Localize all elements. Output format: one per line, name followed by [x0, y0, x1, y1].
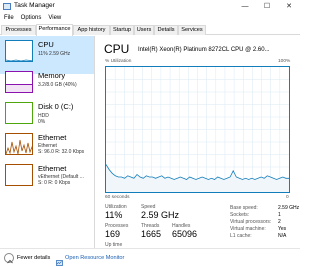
tab-startup[interactable]: Startup	[110, 25, 134, 35]
processes-value: 169	[105, 229, 121, 239]
virtual-machine-value: Yes	[278, 226, 287, 232]
tab-strip: Processes Performance App history Startu…	[0, 24, 300, 36]
base-speed-value: 2.59 GHz	[278, 205, 300, 211]
virtual-machine-label: Virtual machine:	[230, 226, 266, 232]
page-title: CPU	[104, 42, 130, 56]
task-manager-icon	[3, 3, 11, 10]
sockets-label: Sockets:	[230, 212, 250, 218]
tab-details[interactable]: Details	[154, 25, 178, 35]
sidebar-item-detail: 11% 2.59 GHz	[38, 51, 71, 57]
threads-value: 1665	[141, 229, 162, 239]
tab-app-history[interactable]: App history	[73, 25, 110, 35]
maximize-button[interactable]: ☐	[256, 0, 278, 13]
tab-processes[interactable]: Processes	[1, 25, 36, 35]
virtual-processors-label: Virtual processors:	[230, 219, 272, 225]
close-button[interactable]: ✕	[278, 0, 300, 13]
sidebar-item-detail-2: S: 0 R: 0 Kbps	[38, 180, 71, 186]
graph-max-label: 100%	[278, 59, 291, 64]
cpu-panel: CPU Intel(R) Xeon(R) Platinum 8272CL CPU…	[96, 36, 300, 258]
virtual-processors-value: 2	[278, 219, 281, 225]
l1-cache-value: N/A	[278, 233, 287, 239]
chevron-up-icon[interactable]	[4, 253, 14, 264]
tab-users[interactable]: Users	[134, 25, 154, 35]
cpu-graph-icon	[5, 40, 33, 62]
sidebar-item-detail: 3.2/8.0 GB (40%)	[38, 82, 77, 88]
resource-monitor-icon	[56, 254, 63, 266]
sidebar-item-label: Disk 0 (C:)	[38, 102, 74, 111]
resource-sidebar: CPU 11% 2.59 GHz Memory 3.2/8.0 GB (40%)…	[0, 36, 95, 248]
graph-min-label: 0	[286, 195, 289, 200]
sidebar-item-detail-2: 0%	[38, 119, 46, 125]
vethernet-graph-icon	[5, 164, 33, 186]
sidebar-item-detail-2: S: 96.0 R: 32.0 Kbps	[38, 149, 85, 155]
cpu-utilization-chart	[105, 67, 289, 192]
title-bar: Task Manager — ☐ ✕	[0, 0, 300, 13]
sidebar-item-vethernet[interactable]: Ethernet vEthernet (Default ... S: 0 R: …	[0, 160, 94, 198]
utilization-value: 11%	[105, 210, 123, 220]
fewer-details-link[interactable]: Fewer details	[17, 254, 50, 262]
sidebar-item-label: Ethernet	[38, 133, 67, 142]
base-speed-label: Base speed:	[230, 205, 258, 211]
sidebar-item-label: CPU	[38, 40, 54, 49]
menu-bar: File Options View	[0, 13, 300, 23]
memory-graph-icon	[5, 71, 33, 93]
tab-services[interactable]: Services	[178, 25, 206, 35]
cpu-model-name: Intel(R) Xeon(R) Platinum 8272CL CPU @ 2…	[138, 47, 270, 53]
l1-cache-label: L1 cache:	[230, 233, 252, 239]
minimize-button[interactable]: —	[234, 0, 256, 13]
sidebar-item-label: Ethernet	[38, 164, 67, 173]
ethernet-graph-icon	[5, 133, 33, 155]
graph-label: % Utilization	[105, 59, 132, 64]
cpu-utilization-graph	[105, 66, 290, 193]
window-title: Task Manager	[14, 2, 55, 9]
open-resource-monitor-link[interactable]: Open Resource Monitor	[65, 254, 124, 262]
handles-value: 65096	[172, 229, 198, 239]
footer-bar: Fewer details Open Resource Monitor	[0, 248, 300, 267]
menu-options[interactable]: Options	[17, 13, 45, 23]
speed-value: 2.59 GHz	[141, 210, 180, 220]
menu-view[interactable]: View	[44, 13, 64, 23]
menu-file[interactable]: File	[0, 13, 17, 23]
tab-performance[interactable]: Performance	[36, 24, 73, 36]
sidebar-item-label: Memory	[38, 71, 66, 80]
graph-span-label: 60 seconds	[105, 195, 130, 200]
disk-graph-icon	[5, 102, 33, 124]
sockets-value: 1	[278, 212, 281, 218]
